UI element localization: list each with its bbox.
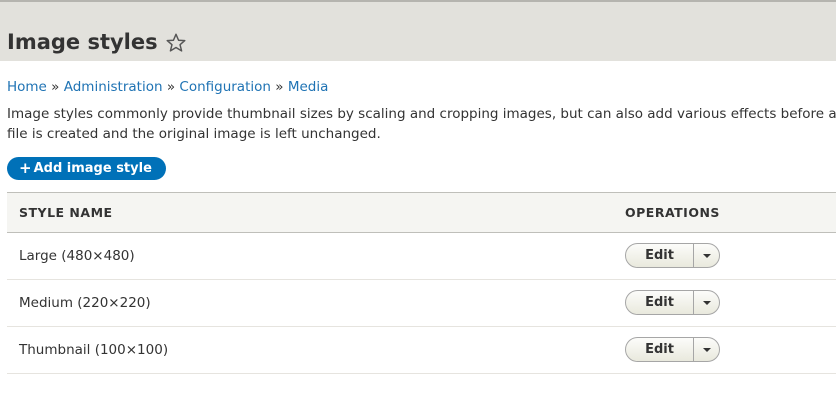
description-line-2: file is created and the original image i…: [7, 126, 381, 142]
style-name: Large (480×480): [19, 248, 135, 264]
description-line-1: Image styles commonly provide thumbnail …: [7, 106, 836, 122]
operations-dropbutton: Edit: [625, 290, 720, 315]
operations-dropbutton: Edit: [625, 243, 720, 268]
plus-icon: +: [19, 159, 32, 177]
style-name: Thumbnail (100×100): [19, 342, 169, 358]
edit-button[interactable]: Edit: [626, 291, 694, 314]
add-image-style-button[interactable]: + Add image style: [7, 157, 166, 180]
breadcrumb-separator: »: [166, 79, 176, 95]
table-row: Large (480×480) Edit: [7, 233, 836, 280]
operations-dropbutton: Edit: [625, 337, 720, 362]
table-header: STYLE NAME OPERATIONS: [7, 192, 836, 233]
style-name-column-header: STYLE NAME: [19, 205, 113, 220]
style-name: Medium (220×220): [19, 295, 151, 311]
add-image-style-label: Add image style: [33, 161, 152, 176]
breadcrumb-configuration-link[interactable]: Configuration: [179, 79, 271, 95]
dropbutton-toggle[interactable]: [694, 244, 719, 267]
edit-button[interactable]: Edit: [626, 338, 694, 361]
caret-down-icon: [702, 347, 711, 352]
page-description: Image styles commonly provide thumbnail …: [7, 104, 836, 144]
caret-down-icon: [702, 300, 711, 305]
breadcrumb-media-link[interactable]: Media: [288, 79, 329, 95]
breadcrumb-separator: »: [51, 79, 60, 95]
page-title: Image styles: [7, 30, 158, 54]
page-header: Image styles: [0, 0, 836, 61]
dropbutton-toggle[interactable]: [694, 338, 719, 361]
operations-column-header: OPERATIONS: [625, 205, 720, 220]
dropbutton-toggle[interactable]: [694, 291, 719, 314]
table-row: Thumbnail (100×100) Edit: [7, 327, 836, 374]
table-row: Medium (220×220) Edit: [7, 280, 836, 327]
breadcrumb-administration-link[interactable]: Administration: [64, 79, 163, 95]
breadcrumb: Home » Administration » Configuration » …: [7, 79, 328, 96]
image-styles-table: STYLE NAME OPERATIONS Large (480×480) Ed…: [7, 192, 836, 374]
edit-button[interactable]: Edit: [626, 244, 694, 267]
star-outline-icon[interactable]: [165, 32, 187, 54]
breadcrumb-home-link[interactable]: Home: [7, 79, 47, 95]
caret-down-icon: [702, 253, 711, 258]
breadcrumb-separator: »: [275, 79, 284, 95]
